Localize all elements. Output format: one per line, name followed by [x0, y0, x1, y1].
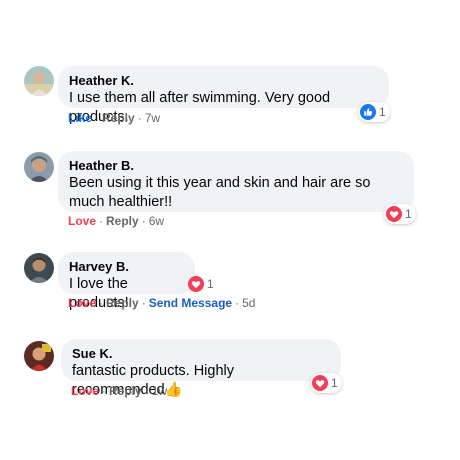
timestamp[interactable]: 1w [152, 384, 167, 398]
love-button[interactable]: Love [68, 214, 96, 228]
reaction-badge[interactable]: 1 [186, 274, 218, 294]
reaction-badge[interactable]: 1 [384, 204, 416, 224]
commenter-name[interactable]: Heather B. [69, 158, 403, 174]
commenter-name[interactable]: Heather K. [69, 73, 378, 89]
comment-actions: Love · Reply · Send Message · 5d [68, 296, 256, 310]
reaction-count: 1 [405, 207, 412, 221]
avatar[interactable] [24, 66, 54, 96]
reaction-badge[interactable]: 1 [310, 373, 342, 393]
avatar[interactable] [24, 152, 54, 182]
reply-button[interactable]: Reply [106, 296, 139, 310]
timestamp[interactable]: 6w [149, 214, 164, 228]
timestamp[interactable]: 7w [145, 111, 160, 125]
reaction-count: 1 [207, 277, 214, 291]
love-button[interactable]: Love [71, 384, 99, 398]
comment-text: Been using it this year and skin and hai… [69, 175, 371, 210]
comment-bubble: Heather K. I use them all after swimming… [58, 66, 389, 125]
heart-icon [188, 276, 204, 292]
comment-actions: Love · Reply · 6w [68, 214, 165, 228]
send-message-button[interactable]: Send Message [149, 296, 232, 310]
timestamp[interactable]: 5d [242, 296, 255, 310]
thumbs-up-icon [360, 104, 376, 120]
commenter-name[interactable]: Sue K. [72, 346, 330, 362]
like-button[interactable]: Like [68, 111, 92, 125]
reply-button[interactable]: Reply [102, 111, 135, 125]
comment-actions: Like · Reply · 7w [68, 111, 161, 125]
reaction-badge[interactable]: 1 [358, 102, 390, 122]
avatar[interactable] [24, 341, 54, 371]
reply-button[interactable]: Reply [109, 384, 142, 398]
comment-bubble: Sue K. fantastic products. Highly recomm… [61, 339, 341, 398]
reply-button[interactable]: Reply [106, 214, 139, 228]
avatar[interactable] [24, 253, 54, 283]
commenter-name[interactable]: Harvey B. [69, 259, 184, 275]
comment-actions: Love · Reply · 1w [71, 384, 168, 398]
love-button[interactable]: Love [68, 296, 96, 310]
comment-bubble: Heather B. Been using it this year and s… [58, 151, 414, 212]
reaction-count: 1 [379, 105, 386, 119]
comment-bubble: Harvey B. I love the products! [58, 252, 195, 311]
reaction-count: 1 [331, 376, 338, 390]
heart-icon [386, 206, 402, 222]
heart-icon [312, 375, 328, 391]
